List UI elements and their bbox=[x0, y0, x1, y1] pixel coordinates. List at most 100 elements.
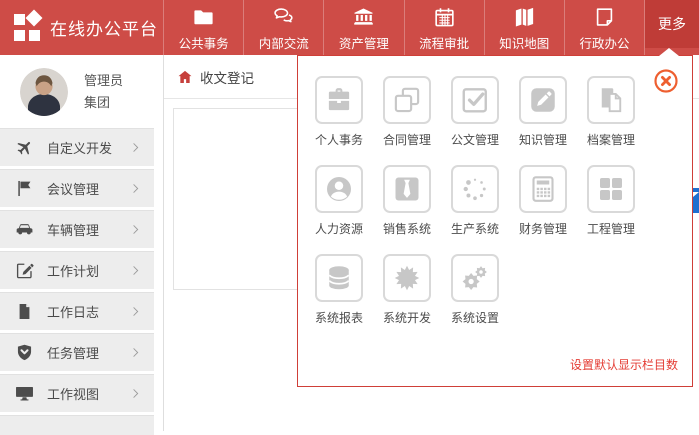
chevron-right-icon bbox=[129, 141, 142, 154]
set-default-columns-link[interactable]: 设置默认显示栏目数 bbox=[570, 356, 678, 373]
topbar-item-1[interactable]: 公共事务 bbox=[163, 0, 243, 55]
pencil-square-icon bbox=[528, 85, 558, 115]
sidebar-item-1[interactable]: 自定义开发 bbox=[0, 128, 154, 166]
briefcase-icon bbox=[324, 85, 354, 115]
app-tile-box bbox=[451, 165, 499, 213]
sidebar-menu: 自定义开发会议管理车辆管理工作计划工作日志任务管理工作视图 bbox=[0, 128, 163, 412]
calendar-icon bbox=[433, 6, 456, 29]
tie-icon bbox=[392, 174, 422, 204]
app-tile-label: 档案管理 bbox=[587, 131, 635, 148]
sidebar: 管理员 集团 自定义开发会议管理车辆管理工作计划工作日志任务管理工作视图 bbox=[0, 55, 164, 431]
chevron-right-icon bbox=[129, 346, 142, 359]
more-label: 更多 bbox=[658, 14, 686, 34]
app-tile-label: 销售系统 bbox=[383, 220, 431, 237]
sidebar-item-6[interactable]: 任务管理 bbox=[0, 333, 154, 371]
calculator-icon bbox=[528, 174, 558, 204]
app-tile-2[interactable]: 合同管理 bbox=[383, 76, 451, 148]
topbar-item-4[interactable]: 流程审批 bbox=[404, 0, 484, 55]
copy-icon bbox=[392, 85, 422, 115]
app-tile-label: 工程管理 bbox=[587, 220, 635, 237]
chevron-right-icon bbox=[129, 223, 142, 236]
logo-grid-icon bbox=[14, 14, 41, 41]
app-tile-5[interactable]: 档案管理 bbox=[587, 76, 655, 148]
sidebar-item-label: 工作计划 bbox=[47, 261, 129, 280]
monitor-icon bbox=[15, 384, 34, 403]
user-name: 管理员 bbox=[84, 70, 123, 91]
app-tile-9[interactable]: 财务管理 bbox=[519, 165, 587, 237]
topbar-item-label: 资产管理 bbox=[339, 33, 389, 52]
folder-icon bbox=[192, 6, 215, 29]
topbar-item-label: 行政办公 bbox=[579, 33, 629, 52]
app-tile-13[interactable]: 系统设置 bbox=[451, 254, 519, 326]
flag-icon bbox=[15, 179, 34, 198]
app-tile-box bbox=[315, 76, 363, 124]
sidebar-item-label: 工作日志 bbox=[47, 302, 129, 321]
app-tile-10[interactable]: 工程管理 bbox=[587, 165, 655, 237]
topbar-item-6[interactable]: 行政办公 bbox=[564, 0, 644, 55]
app-tile-1[interactable]: 个人事务 bbox=[315, 76, 383, 148]
app-grid: 个人事务 合同管理公文管理 知识管理档案管理人力资源销售系统 生产系统财务管理工程管理… bbox=[298, 56, 668, 343]
sidebar-item-4[interactable]: 工作计划 bbox=[0, 251, 154, 289]
close-icon[interactable] bbox=[653, 68, 679, 94]
more-button[interactable]: 更多 bbox=[645, 0, 699, 48]
app-tile-label: 系统开发 bbox=[383, 309, 431, 326]
app-tile-box bbox=[451, 76, 499, 124]
gears-icon bbox=[460, 263, 490, 293]
app-tile-box bbox=[383, 165, 431, 213]
app-tile-label: 公文管理 bbox=[451, 131, 499, 148]
home-icon bbox=[177, 69, 193, 85]
topbar-item-3[interactable]: 资产管理 bbox=[323, 0, 403, 55]
app-tile-12[interactable]: 系统开发 bbox=[383, 254, 451, 326]
sidebar-item-5[interactable]: 工作日志 bbox=[0, 292, 154, 330]
app-tile-box bbox=[383, 254, 431, 302]
user-org: 集团 bbox=[84, 92, 123, 113]
topbar-item-label: 流程审批 bbox=[419, 33, 469, 52]
sidebar-item-3[interactable]: 车辆管理 bbox=[0, 210, 154, 248]
grid-icon bbox=[596, 174, 626, 204]
tab-document-registration[interactable]: 收文登记 bbox=[177, 67, 254, 87]
app-tile-box bbox=[315, 165, 363, 213]
topbar-item-label: 知识地图 bbox=[499, 33, 549, 52]
documents-icon bbox=[596, 85, 626, 115]
app-tile-label: 系统报表 bbox=[315, 309, 363, 326]
app-title: 在线办公平台 bbox=[50, 15, 158, 40]
topbar-item-5[interactable]: 知识地图 bbox=[484, 0, 564, 55]
topbar-item-label: 内部交流 bbox=[259, 33, 309, 52]
sidebar-item-label: 任务管理 bbox=[47, 343, 129, 362]
sidebar-item-2[interactable]: 会议管理 bbox=[0, 169, 154, 207]
car-icon bbox=[15, 220, 34, 239]
topbar-item-label: 公共事务 bbox=[179, 33, 229, 52]
spinner-icon bbox=[460, 174, 490, 204]
sidebar-item-label: 会议管理 bbox=[47, 179, 129, 198]
sidebar-item-7[interactable]: 工作视图 bbox=[0, 374, 154, 412]
app-tile-3[interactable]: 公文管理 bbox=[451, 76, 519, 148]
avatar bbox=[20, 68, 68, 116]
app-tile-box bbox=[383, 76, 431, 124]
chevron-right-icon bbox=[129, 305, 142, 318]
app-tile-box bbox=[519, 165, 567, 213]
file-icon bbox=[15, 302, 34, 321]
gear-burst-icon bbox=[392, 263, 422, 293]
app-tile-6[interactable]: 人力资源 bbox=[315, 165, 383, 237]
map-icon bbox=[513, 6, 536, 29]
topbar: 在线办公平台 公共事务 内部交流 资产管理 流程审批 知识地图 行政办公 更多 bbox=[0, 0, 699, 55]
tab-label: 收文登记 bbox=[200, 67, 254, 87]
sidebar-filler bbox=[0, 415, 154, 435]
topbar-item-2[interactable]: 内部交流 bbox=[243, 0, 323, 55]
user-circle-icon bbox=[324, 174, 354, 204]
more-apps-popup: 个人事务 合同管理公文管理 知识管理档案管理人力资源销售系统 生产系统财务管理工程管理… bbox=[297, 55, 693, 387]
shield-icon bbox=[15, 343, 34, 362]
user-profile[interactable]: 管理员 集团 bbox=[0, 55, 163, 128]
app-tile-box bbox=[451, 254, 499, 302]
app-tile-11[interactable]: 系统报表 bbox=[315, 254, 383, 326]
app-tile-label: 系统设置 bbox=[451, 309, 499, 326]
app-tile-label: 个人事务 bbox=[315, 131, 363, 148]
sidebar-item-label: 自定义开发 bbox=[47, 138, 129, 157]
app-tile-8[interactable]: 生产系统 bbox=[451, 165, 519, 237]
plane-icon bbox=[15, 138, 34, 157]
background-widget-peek bbox=[692, 188, 699, 213]
sidebar-item-label: 车辆管理 bbox=[47, 220, 129, 239]
app-tile-7[interactable]: 销售系统 bbox=[383, 165, 451, 237]
app-logo: 在线办公平台 bbox=[0, 0, 163, 55]
app-tile-4[interactable]: 知识管理 bbox=[519, 76, 587, 148]
